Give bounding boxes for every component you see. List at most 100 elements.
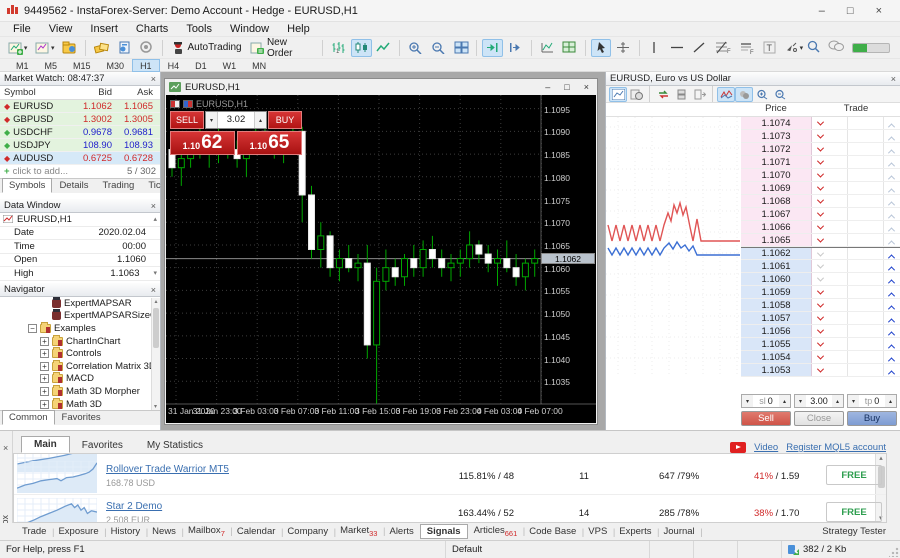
dom-sell-cell[interactable] [811, 117, 847, 129]
dom-sell-cell[interactable] [811, 221, 847, 233]
close-button[interactable]: × [876, 5, 882, 17]
dom-volume-cell[interactable] [847, 273, 883, 285]
timeframe-M5[interactable]: M5 [37, 59, 66, 72]
market-watch-row[interactable]: ◆EURUSD1.10621.1065 [0, 100, 160, 113]
bottom-tab-signals[interactable]: Signals [420, 524, 468, 539]
signal-name-link[interactable]: Star 2 Demo [106, 501, 162, 512]
dom-buy-cell[interactable] [883, 286, 900, 298]
timeframe-MN[interactable]: MN [244, 59, 274, 72]
new-order-button[interactable]: New Order [246, 39, 317, 57]
profiles-button[interactable]: ▾ [32, 39, 57, 57]
sell-chevron-icon[interactable] [817, 236, 824, 243]
zoom-in-button[interactable] [405, 39, 426, 57]
crosshair-button[interactable] [613, 39, 634, 57]
bottom-tab-experts[interactable]: Experts| [613, 525, 657, 538]
chart-close-button[interactable]: × [584, 82, 589, 92]
scroll-down-icon[interactable]: ▾ [153, 269, 160, 277]
toolbox-close-icon[interactable]: × [3, 443, 8, 453]
navigator-item[interactable]: +Controls [0, 347, 160, 360]
resize-grip[interactable] [889, 547, 899, 557]
market-watch-row[interactable]: ◆USDCHF0.96780.9681 [0, 126, 160, 139]
buy-button[interactable]: BUY [268, 111, 302, 129]
favorite-star-icon[interactable]: ☆ [886, 469, 887, 483]
fibonacci-button[interactable]: F [712, 39, 734, 57]
dom-zoom-out-icon[interactable] [771, 87, 789, 102]
dom-buy-cell[interactable] [883, 117, 900, 129]
status-traffic[interactable]: 382 / 2 Kb [782, 541, 900, 558]
bottom-tab-alerts[interactable]: Alerts| [383, 525, 419, 538]
autotrading-button[interactable]: AutoTrading [168, 39, 244, 57]
dom-sell-cell[interactable] [811, 182, 847, 194]
indicators-button[interactable] [537, 39, 558, 57]
menu-view[interactable]: View [40, 23, 82, 35]
sell-button[interactable]: SELL [170, 111, 204, 129]
sell-chevron-icon[interactable] [817, 275, 824, 282]
menu-tools[interactable]: Tools [177, 23, 221, 35]
dom-volume-cell[interactable] [847, 195, 883, 207]
dom-sell-button[interactable]: Sell [741, 411, 791, 426]
bottom-tab-vps[interactable]: VPS| [582, 525, 613, 538]
dom-volume-cell[interactable] [847, 169, 883, 181]
dom-volume-cell[interactable] [847, 312, 883, 324]
tab-main[interactable]: Main [21, 436, 70, 453]
sell-chevron-icon[interactable] [817, 340, 824, 347]
dom-volume-cell[interactable] [847, 338, 883, 350]
menu-window[interactable]: Window [221, 23, 278, 35]
market-watch-button[interactable] [91, 39, 112, 57]
dom-volume-cell[interactable] [847, 286, 883, 298]
dom-price-row[interactable]: 1.1068 [741, 195, 900, 208]
dom-buy-cell[interactable] [883, 312, 900, 324]
sell-chevron-icon[interactable] [817, 314, 824, 321]
signal-row[interactable]: Star 2 Demo2 508 EUR163.44% / 5214285 /7… [14, 496, 886, 523]
dom-price-row[interactable]: 1.1065 [741, 234, 900, 247]
maximize-button[interactable]: □ [847, 5, 854, 17]
close-icon[interactable]: × [891, 74, 896, 84]
sell-chevron-icon[interactable] [817, 197, 824, 204]
chart-minimize-button[interactable]: – [545, 82, 550, 92]
dom-buy-cell[interactable] [883, 260, 900, 272]
menu-insert[interactable]: Insert [81, 23, 127, 35]
navigator-item[interactable]: −Examples [0, 322, 160, 335]
dom-volume-cell[interactable] [847, 143, 883, 155]
dom-sell-cell[interactable] [811, 248, 847, 259]
collapse-icon[interactable]: − [28, 324, 37, 333]
timeframe-D1[interactable]: D1 [187, 59, 215, 72]
horizontal-line-button[interactable] [667, 39, 688, 57]
bottom-tab-history[interactable]: History| [105, 525, 147, 538]
dom-sell-cell[interactable] [811, 364, 847, 376]
dom-sell-cell[interactable] [811, 208, 847, 220]
dom-grouping-icon[interactable] [735, 87, 753, 102]
dom-price-row[interactable]: 1.1053 [741, 364, 900, 377]
bottom-tab-news[interactable]: News| [146, 525, 182, 538]
dom-volume-cell[interactable] [847, 130, 883, 142]
register-mql5-link[interactable]: Register MQL5 account [786, 442, 886, 453]
navigator-item[interactable]: ExpertMAPSARSizeOptim [0, 310, 160, 323]
dom-sell-cell[interactable] [811, 338, 847, 350]
timeframe-M1[interactable]: M1 [8, 59, 37, 72]
sell-chevron-icon[interactable] [817, 327, 824, 334]
line-chart-button[interactable] [374, 39, 395, 57]
dom-price-row[interactable]: 1.1062 [741, 247, 900, 260]
spinner-down-icon[interactable]: ▾ [795, 395, 806, 407]
dom-price-row[interactable]: 1.1057 [741, 312, 900, 325]
community-chat-icon[interactable] [828, 40, 844, 55]
dom-buy-cell[interactable] [883, 234, 900, 246]
market-watch-row[interactable]: ◆AUDUSD0.67250.6728 [0, 152, 160, 165]
minimize-button[interactable]: – [819, 5, 825, 17]
bottom-tab-trade[interactable]: Trade| [16, 525, 52, 538]
dom-depth-icon[interactable] [672, 87, 690, 102]
bottom-tab-market[interactable]: Market33| [334, 524, 383, 539]
sell-price-button[interactable]: 1.10 62 [170, 131, 235, 155]
dom-buy-button[interactable]: Buy [847, 411, 897, 426]
dom-sell-cell[interactable] [811, 260, 847, 272]
dom-buy-cell[interactable] [883, 325, 900, 337]
data-window-button[interactable] [114, 39, 135, 57]
expand-icon[interactable]: + [40, 400, 49, 409]
dom-tp-spinner[interactable]: ▾tp0▴ [847, 394, 897, 408]
dom-price-row[interactable]: 1.1071 [741, 156, 900, 169]
sell-chevron-icon[interactable] [817, 184, 824, 191]
video-link[interactable]: Video [754, 442, 778, 453]
spread-up-button[interactable]: ▴ [254, 112, 266, 128]
expand-icon[interactable]: + [40, 337, 49, 346]
col-symbol[interactable]: Symbol [0, 87, 66, 98]
